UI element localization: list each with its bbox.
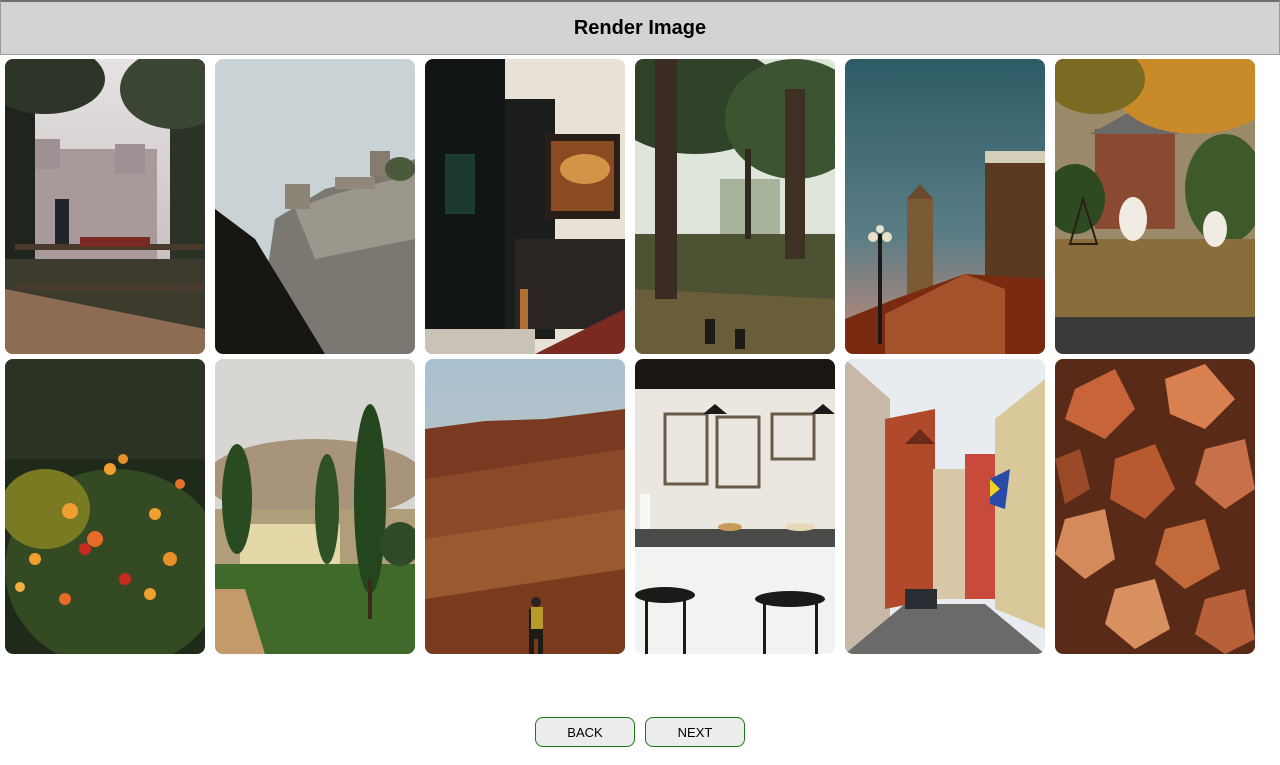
image-tile-forest-park[interactable] [635, 59, 835, 354]
image-tile-flower-garden[interactable] [5, 359, 205, 654]
app-window: Render Image BACK NEXT [0, 0, 1280, 765]
image-tile-hiker-moor[interactable] [425, 359, 625, 654]
image-tile-halloween-house[interactable] [1055, 59, 1255, 354]
title-bar: Render Image [0, 0, 1280, 55]
pagination-controls: BACK NEXT [0, 717, 1280, 747]
castle-bridge-photo [5, 59, 205, 354]
halloween-house-photo [1055, 59, 1255, 354]
back-button[interactable]: BACK [535, 717, 635, 747]
old-town-street-photo [845, 359, 1045, 654]
image-tile-city-towers[interactable] [845, 59, 1045, 354]
cliff-monastery-photo [215, 59, 415, 354]
image-tile-ornate-interior[interactable] [425, 59, 625, 354]
next-button[interactable]: NEXT [645, 717, 745, 747]
flower-garden-photo [5, 359, 205, 654]
ornate-interior-photo [425, 59, 625, 354]
image-tile-cafe-interior[interactable] [635, 359, 835, 654]
image-tile-old-town-street[interactable] [845, 359, 1045, 654]
city-towers-photo [845, 59, 1045, 354]
cypress-park-photo [215, 359, 415, 654]
image-tile-cypress-park[interactable] [215, 359, 415, 654]
image-tile-castle-bridge[interactable] [5, 59, 205, 354]
cafe-interior-photo [635, 359, 835, 654]
image-tile-cliff-monastery[interactable] [215, 59, 415, 354]
forest-park-photo [635, 59, 835, 354]
page-title: Render Image [573, 16, 707, 39]
image-tile-autumn-leaves[interactable] [1055, 359, 1255, 654]
autumn-leaves-photo [1055, 359, 1255, 654]
hiker-moor-photo [425, 359, 625, 654]
image-grid [5, 59, 1265, 654]
